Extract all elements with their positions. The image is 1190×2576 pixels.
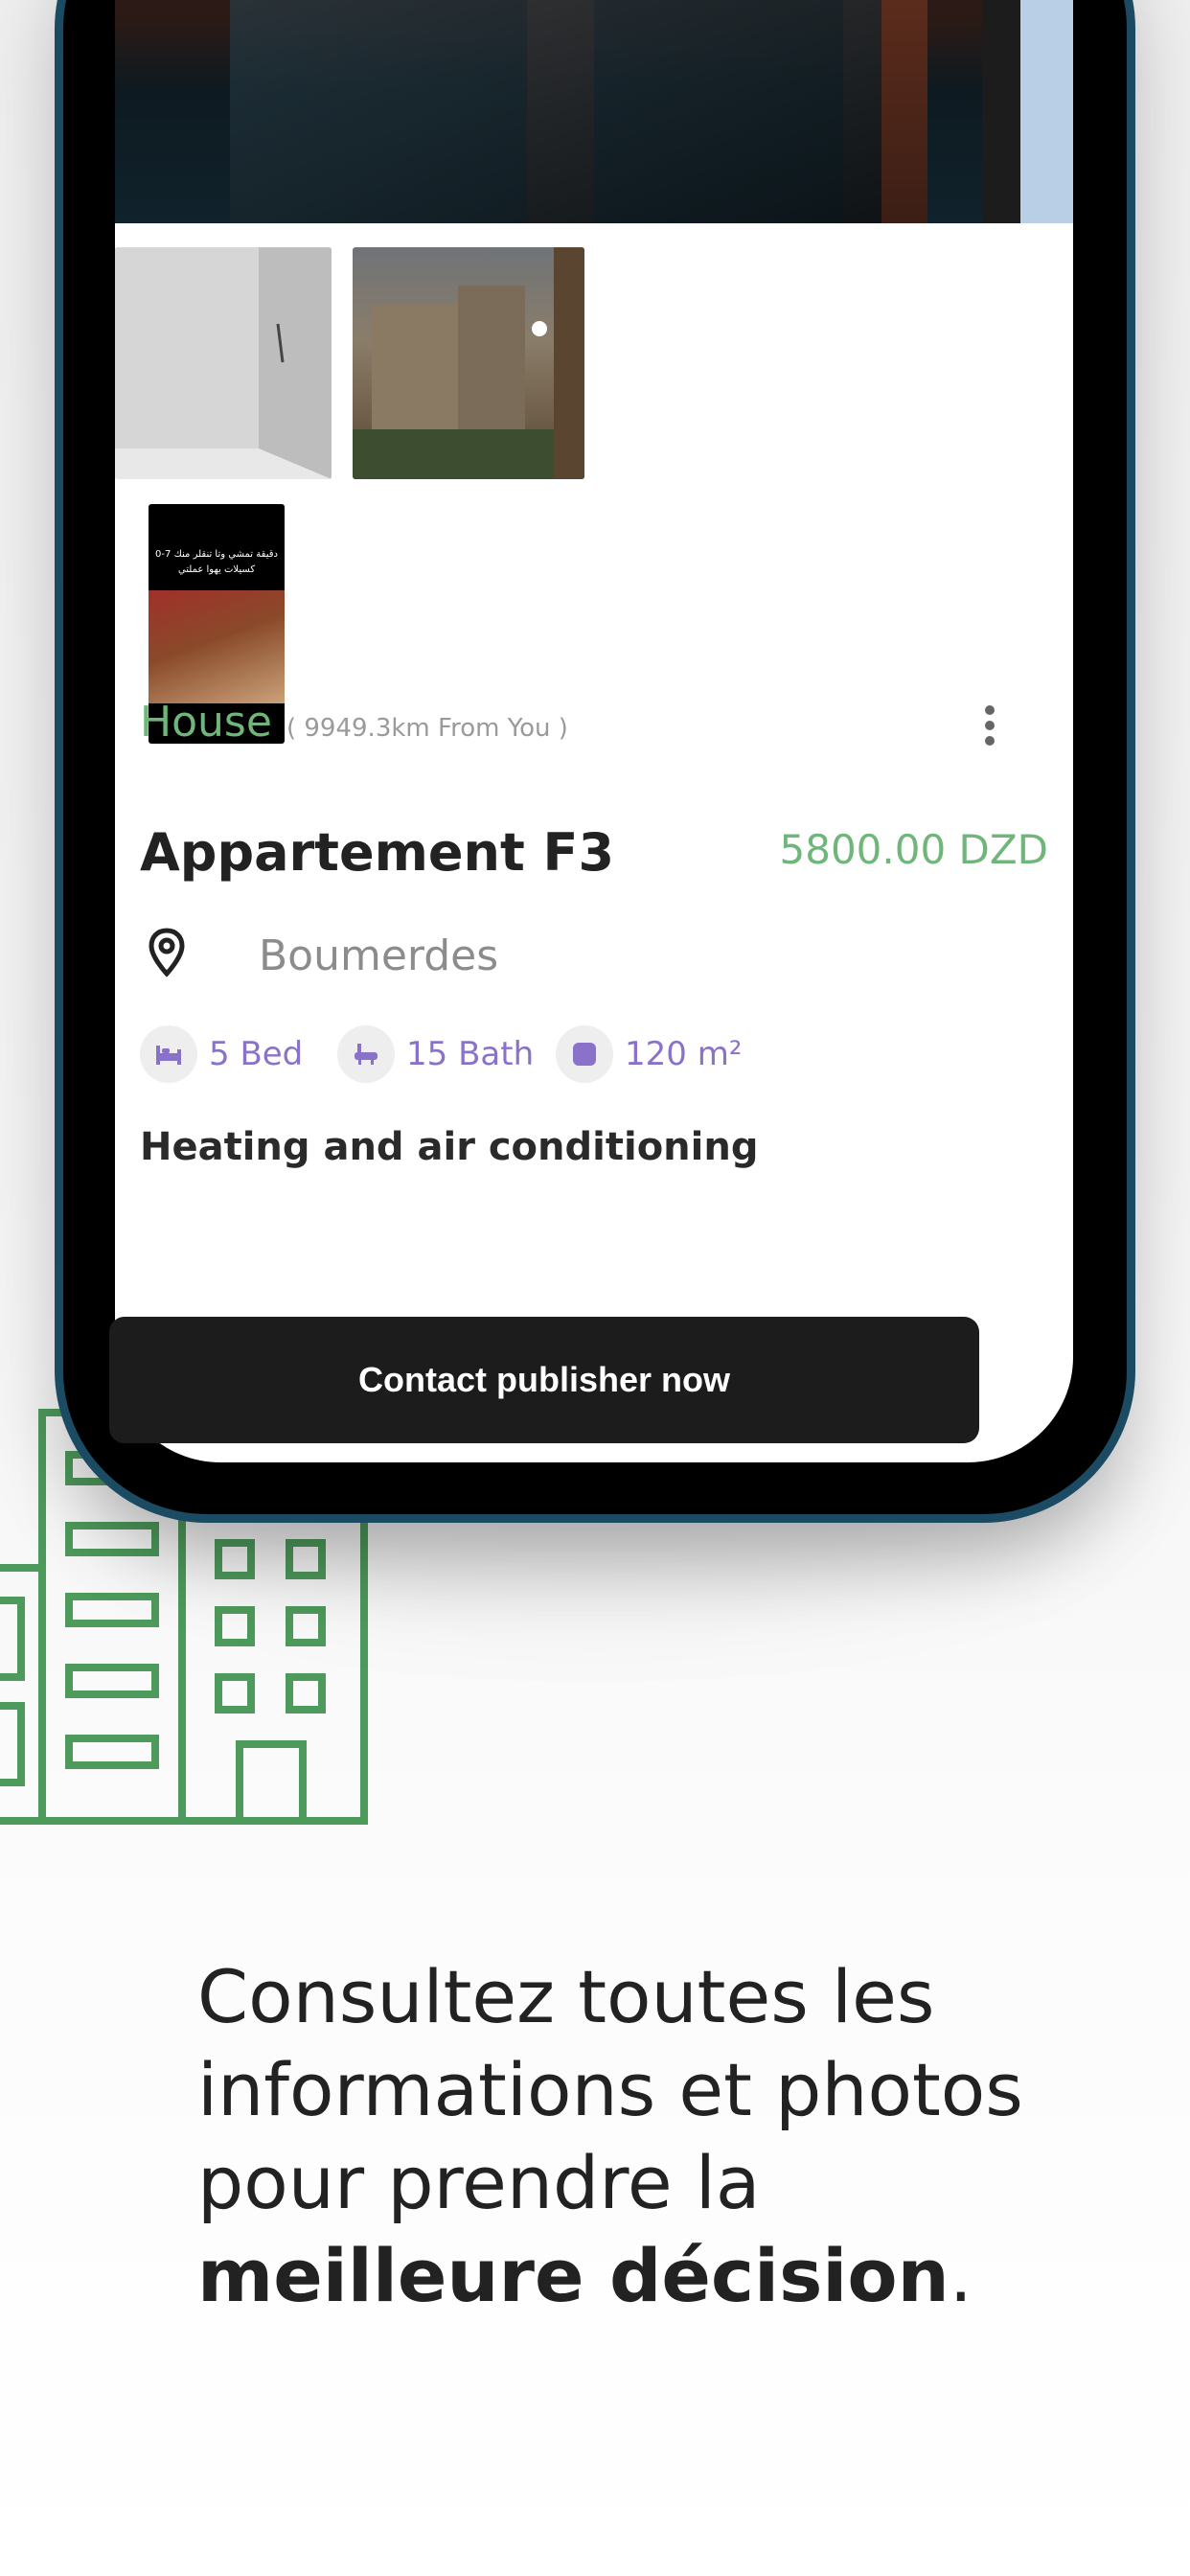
listing-price: 5800.00 DZD — [779, 826, 1049, 873]
photo-thumbnail[interactable] — [353, 247, 584, 479]
property-type-row: House ( 9949.3km From You ) — [140, 698, 1048, 755]
features-row: 5 Bed 15 Bath 120 m² — [140, 1025, 1002, 1083]
thumbnail-street-illustration — [353, 247, 584, 479]
photo-thumbnail[interactable] — [115, 247, 332, 479]
distance-label: ( 9949.3km From You ) — [286, 714, 568, 743]
bath-count: 15 Bath — [406, 1035, 535, 1073]
property-type: House — [140, 698, 272, 747]
feature-icon-bg — [556, 1025, 613, 1083]
thumbnail-caption: دقيقة تمشي وتا تنقلر منك 7-0 كسيلات يهوا… — [155, 549, 278, 575]
main-listing-photo[interactable] — [115, 0, 1073, 223]
bed-icon — [156, 1046, 181, 1065]
feature-icon-bg — [140, 1025, 197, 1083]
photo-detail — [230, 0, 881, 223]
location-pin-icon — [149, 928, 185, 978]
bathtub-icon — [355, 1044, 378, 1065]
photo-detail — [1020, 0, 1073, 223]
tagline-text: Consultez toutes les informations et pho… — [197, 1954, 1023, 2225]
area-size: 120 m² — [625, 1035, 743, 1073]
app-screen: دقيقة تمشي وتا تنقلر منك 7-0 كسيلات يهوا… — [115, 0, 1073, 1462]
phone-mockup: دقيقة تمشي وتا تنقلر منك 7-0 كسيلات يهوا… — [63, 0, 1127, 1514]
thumbnail-image — [149, 590, 285, 703]
bed-count: 5 Bed — [209, 1035, 304, 1073]
contact-publisher-button[interactable]: Contact publisher now — [109, 1317, 979, 1443]
area-icon — [573, 1043, 596, 1066]
tagline-emphasis: meilleure décision — [197, 2233, 950, 2318]
feature-icon-bg — [337, 1025, 395, 1083]
listing-title: Appartement F3 — [140, 822, 615, 883]
location-label: Boumerdes — [259, 932, 499, 980]
tagline-end: . — [949, 2233, 973, 2318]
photo-detail — [982, 0, 1020, 223]
thumbnail-room-illustration — [115, 247, 332, 479]
promo-tagline: Consultez toutes les informations et pho… — [197, 1950, 1098, 2322]
kebab-menu-icon[interactable] — [985, 705, 996, 751]
amenity-heading: Heating and air conditioning — [140, 1125, 759, 1169]
